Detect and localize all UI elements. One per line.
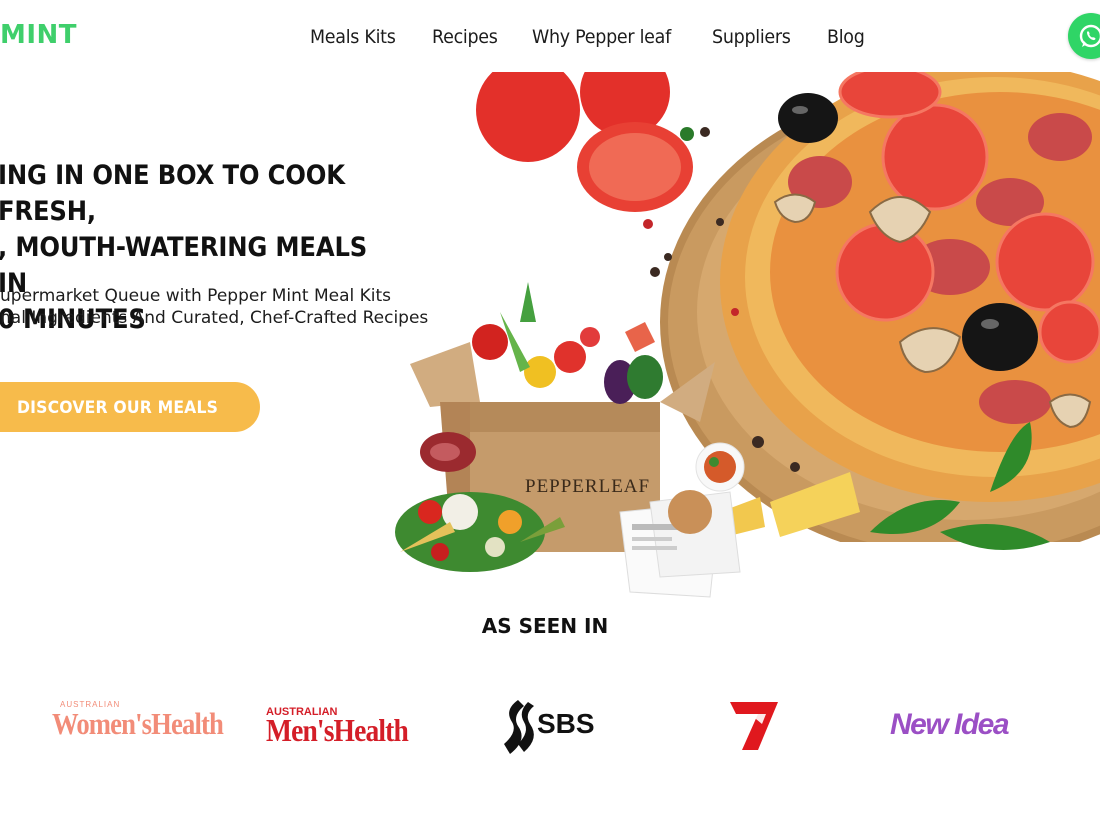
main-nav: Meals Kits Recipes Why Pepper leaf Suppl… [310,26,897,48]
whatsapp-icon [1079,24,1100,48]
womens-health-logo: Women'sHealth [52,706,224,741]
discover-meal-kits-button[interactable]: DISCOVER OUR MEALS KITS [0,382,260,468]
sbs-logo: SBS [537,708,595,739]
nav-blog[interactable]: Blog [827,26,865,48]
site-header: MINT Meals Kits Recipes Why Pepper leaf … [0,0,1100,72]
box-brand-text: PEPPERLEAF [525,476,650,497]
as-seen-in-title: AS SEEN IN [481,614,609,638]
press-logos: AUSTRALIAN Women'sHealth AUSTRALIAN Men'… [0,690,1100,770]
nav-meals-kits[interactable]: Meals Kits [310,26,396,48]
hero-section: PEPPERLEAF ING IN ONE BOX TO COOK FRESH,… [0,72,1100,602]
headline-line-1: ING IN ONE BOX TO COOK FRESH, [0,160,345,227]
hero-subtitle: upermarket Queue with Pepper Mint Meal K… [0,285,428,329]
channel-seven-logo [730,702,778,750]
nav-recipes[interactable]: Recipes [432,26,498,48]
brand-logo[interactable]: MINT [0,20,77,50]
nav-suppliers[interactable]: Suppliers [712,26,791,48]
subtitle-line-1: upermarket Queue with Pepper Mint Meal K… [0,286,392,306]
mens-health-logo: Men'sHealth [266,712,409,748]
new-idea-logo: New Idea [890,708,1010,741]
nav-why-pepper-leaf[interactable]: Why Pepper leaf [532,26,671,48]
sbs-mark-icon [504,700,534,754]
whatsapp-button[interactable] [1068,13,1100,59]
subtitle-line-2: nal Ingredients And Curated, Chef-Crafte… [0,308,429,328]
